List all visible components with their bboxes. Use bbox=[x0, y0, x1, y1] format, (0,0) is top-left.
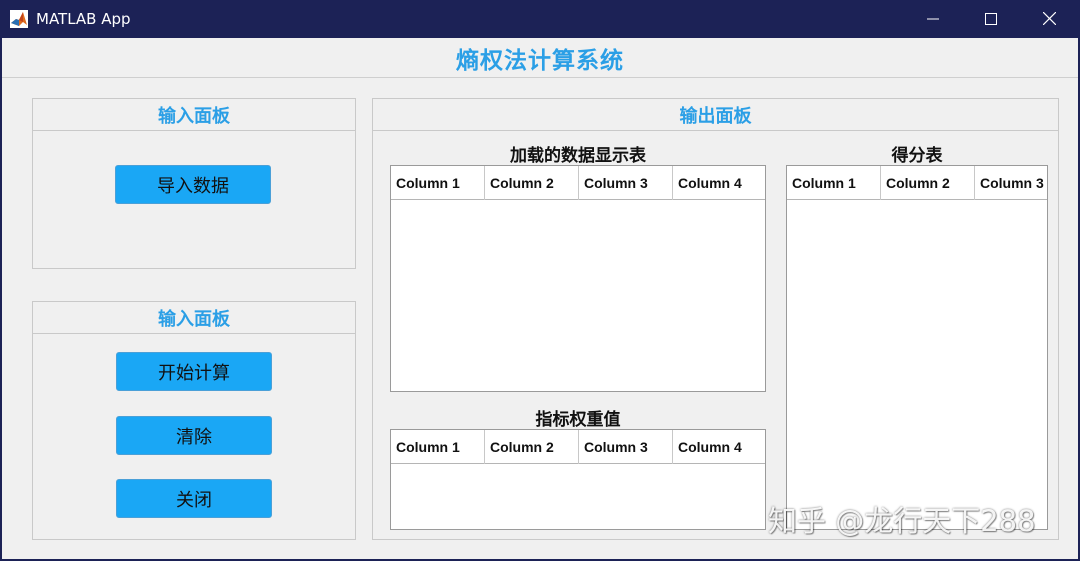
column-header[interactable]: Column 3 bbox=[579, 430, 673, 464]
input-panel-top-title: 输入面板 bbox=[33, 99, 355, 131]
output-panel-title: 输出面板 bbox=[373, 99, 1058, 131]
window-title: MATLAB App bbox=[36, 10, 131, 28]
data-table[interactable]: Column 1 Column 2 Column 3 Column 4 bbox=[390, 165, 766, 392]
minimize-button[interactable] bbox=[904, 0, 962, 38]
score-table-title: 得分表 bbox=[891, 146, 943, 166]
maximize-button[interactable] bbox=[962, 0, 1020, 38]
data-table-title: 加载的数据显示表 bbox=[510, 146, 646, 166]
column-header[interactable]: Column 3 bbox=[579, 166, 673, 200]
column-header[interactable]: Column 1 bbox=[391, 166, 485, 200]
input-panel-bottom: 输入面板 开始计算 清除 关闭 bbox=[32, 301, 356, 540]
matlab-logo-icon bbox=[10, 10, 28, 28]
column-header[interactable]: Column 2 bbox=[485, 166, 579, 200]
weight-table[interactable]: Column 1 Column 2 Column 3 Column 4 bbox=[390, 429, 766, 530]
output-panel: 输出面板 加载的数据显示表 Column 1 Column 2 Column 3… bbox=[372, 98, 1059, 540]
input-panel-bottom-title: 输入面板 bbox=[33, 302, 355, 334]
import-data-button[interactable]: 导入数据 bbox=[115, 165, 271, 204]
column-header[interactable]: Column 1 bbox=[787, 166, 881, 200]
column-header[interactable]: Column 2 bbox=[485, 430, 579, 464]
app-header: 熵权法计算系统 bbox=[2, 38, 1078, 78]
close-window-button[interactable] bbox=[1020, 0, 1078, 38]
score-table-header: Column 1 Column 2 Column 3 bbox=[787, 166, 1047, 200]
app-title: 熵权法计算系统 bbox=[456, 47, 624, 74]
minimize-icon bbox=[927, 10, 939, 29]
app-window: MATLAB App 熵权法计算系统 输入面板 导入数据 输入面板 开始计算 清… bbox=[0, 0, 1080, 561]
column-header[interactable]: Column 4 bbox=[673, 430, 765, 464]
close-button[interactable]: 关闭 bbox=[116, 479, 272, 518]
app-content: 熵权法计算系统 输入面板 导入数据 输入面板 开始计算 清除 关闭 输出面板 加… bbox=[2, 38, 1078, 559]
column-header[interactable]: Column 4 bbox=[673, 166, 765, 200]
maximize-icon bbox=[985, 10, 997, 29]
column-header[interactable]: Column 2 bbox=[881, 166, 975, 200]
clear-button[interactable]: 清除 bbox=[116, 416, 272, 455]
title-bar: MATLAB App bbox=[0, 0, 1080, 38]
start-calculation-button[interactable]: 开始计算 bbox=[116, 352, 272, 391]
input-panel-top: 输入面板 导入数据 bbox=[32, 98, 356, 269]
data-table-header: Column 1 Column 2 Column 3 Column 4 bbox=[391, 166, 765, 200]
close-icon bbox=[1042, 10, 1056, 29]
column-header[interactable]: Column 1 bbox=[391, 430, 485, 464]
weight-table-header: Column 1 Column 2 Column 3 Column 4 bbox=[391, 430, 765, 464]
watermark-text: 知乎 @龙行天下288 bbox=[768, 504, 1036, 538]
column-header[interactable]: Column 3 bbox=[975, 166, 1047, 200]
score-table[interactable]: Column 1 Column 2 Column 3 bbox=[786, 165, 1048, 530]
weight-table-title: 指标权重值 bbox=[535, 410, 621, 430]
